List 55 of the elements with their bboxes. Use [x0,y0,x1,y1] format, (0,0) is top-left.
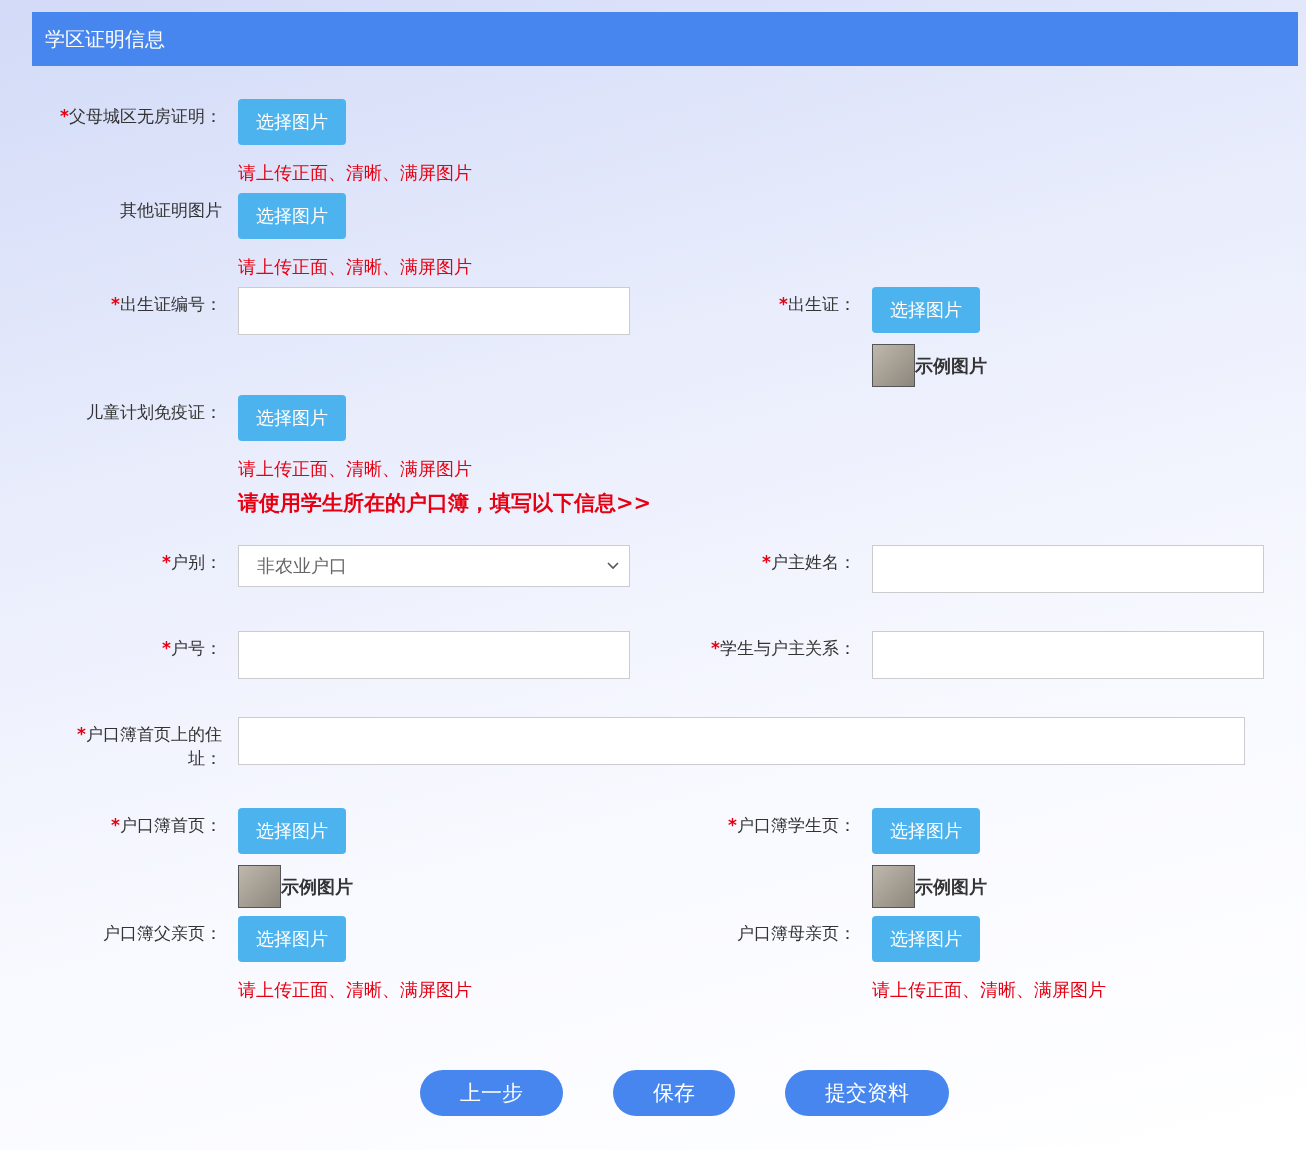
choose-image-button[interactable]: 选择图片 [872,287,980,333]
field-label: 户口簿首页： [120,815,222,835]
required-mark: * [728,815,737,835]
upload-hint: 请上传正面、清晰、满屏图片 [238,457,472,481]
field-label: 户号： [171,638,222,658]
required-mark: * [711,638,720,658]
choose-image-button[interactable]: 选择图片 [238,916,346,962]
required-mark: * [162,638,171,658]
field-label: 户别： [171,552,222,572]
upload-hint: 请上传正面、清晰、满屏图片 [238,978,472,1002]
sample-image-link[interactable]: 示例图片 [915,874,987,899]
required-mark: * [77,724,86,744]
upload-hint: 请上传正面、清晰、满屏图片 [238,161,472,185]
field-label: 出生证编号： [120,294,222,314]
field-label: 户口簿学生页： [737,815,856,835]
sample-image-link[interactable]: 示例图片 [915,353,987,378]
required-mark: * [60,106,69,126]
sample-image-link[interactable]: 示例图片 [281,874,353,899]
photo-placeholder [238,865,281,908]
notice-text: 请使用学生所在的户口簿，填写以下信息>> [238,491,653,515]
field-label: 其他证明图片 [120,200,222,220]
action-button[interactable]: 上一步 [419,1070,563,1116]
choose-image-button[interactable]: 选择图片 [238,808,346,854]
required-mark: * [111,815,120,835]
required-mark: * [111,294,120,314]
field-label: 儿童计划免疫证： [86,402,222,422]
photo-placeholder [872,865,915,908]
choose-image-button[interactable]: 选择图片 [238,99,346,145]
choose-image-button[interactable]: 选择图片 [238,395,346,441]
action-button[interactable]: 提交资料 [784,1070,949,1116]
input-field[interactable] [872,545,1264,593]
chevron-down-icon [607,562,619,570]
field-label: 父母城区无房证明： [69,106,222,126]
field-label: 户口簿母亲页： [737,923,856,943]
choose-image-button[interactable]: 选择图片 [872,916,980,962]
photo-placeholder [872,344,915,387]
required-mark: * [762,552,771,572]
choose-image-button[interactable]: 选择图片 [238,193,346,239]
action-button[interactable]: 保存 [612,1070,735,1116]
input-field[interactable] [238,631,630,679]
field-label: 学生与户主关系： [720,638,856,658]
choose-image-button[interactable]: 选择图片 [872,808,980,854]
required-mark: * [779,294,788,314]
required-mark: * [162,552,171,572]
upload-hint: 请上传正面、清晰、满屏图片 [872,978,1106,1002]
field-label: 户口簿父亲页： [103,923,222,943]
select-field[interactable]: 非农业户口 [238,545,630,587]
field-label: 户主姓名： [771,552,856,572]
field-label: 户口簿首页上的住址： [86,724,222,768]
input-field[interactable] [238,717,1245,765]
input-field[interactable] [238,287,630,335]
upload-hint: 请上传正面、清晰、满屏图片 [238,255,472,279]
section-header: 学区证明信息 [32,12,1298,66]
field-label: 出生证： [788,294,856,314]
input-field[interactable] [872,631,1264,679]
